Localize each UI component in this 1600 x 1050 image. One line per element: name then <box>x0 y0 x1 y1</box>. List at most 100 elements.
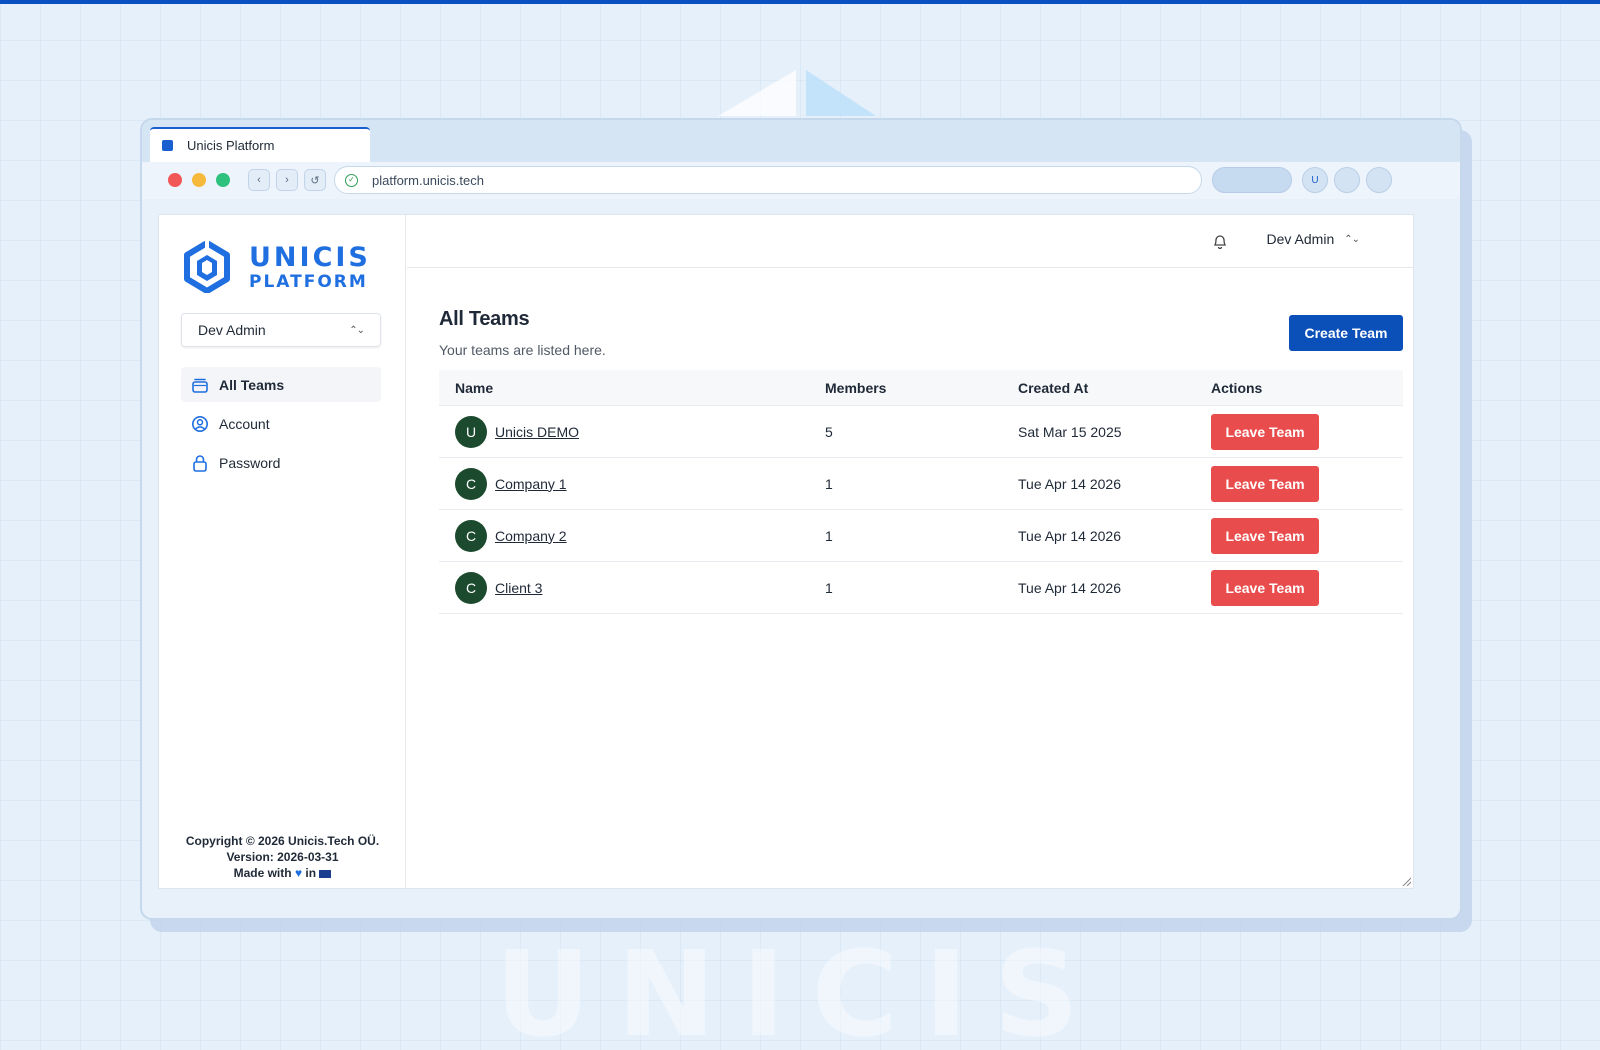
background-watermark: UNICIS <box>495 925 1105 1050</box>
eu-flag-icon <box>319 869 332 878</box>
reload-icon: ↺ <box>310 174 320 187</box>
team-link[interactable]: Unicis DEMO <box>495 424 579 440</box>
created-at: Tue Apr 14 2026 <box>1018 527 1122 544</box>
created-at: Tue Apr 14 2026 <box>1018 579 1122 596</box>
teams-table: Name Members Created At Actions U Unicis… <box>439 370 1403 614</box>
table-row: C Company 2 1 Tue Apr 14 2026 Leave Team <box>439 510 1403 562</box>
header-user-label: Dev Admin <box>1266 231 1335 247</box>
toolbar-circle-button[interactable] <box>1366 167 1392 193</box>
sidebar-item-account[interactable]: Account <box>181 406 381 441</box>
leave-team-button[interactable]: Leave Team <box>1211 465 1319 502</box>
tab-bar: Unicis Platform <box>142 120 1460 162</box>
page-subtitle: Your teams are listed here. <box>439 342 606 358</box>
toolbar-circle-button[interactable] <box>1334 167 1360 193</box>
brand-logo[interactable]: UNICIS PLATFORM <box>183 241 371 293</box>
table-row: C Company 1 1 Tue Apr 14 2026 Leave Team <box>439 458 1403 510</box>
column-header-actions: Actions <box>1211 379 1263 396</box>
table-row: U Unicis DEMO 5 Sat Mar 15 2025 Leave Te… <box>439 406 1403 458</box>
reload-button[interactable]: ↺ <box>304 169 326 191</box>
bell-icon[interactable] <box>1213 233 1227 250</box>
sidebar-item-label: Password <box>219 454 281 471</box>
user-select-label: Dev Admin <box>198 322 266 338</box>
top-header: Dev Admin ⌃⌄ <box>407 215 1413 268</box>
sidebar-item-label: All Teams <box>219 376 285 393</box>
avatar: C <box>455 467 487 500</box>
sidebar-nav: All Teams Account Password <box>181 367 381 484</box>
version-text: Version: 2026-03-31 <box>226 850 339 864</box>
chevron-up-down-icon: ⌃⌄ <box>1344 233 1360 245</box>
team-name-cell: U Unicis DEMO <box>439 415 825 448</box>
logo-wordmark: UNICIS PLATFORM <box>249 244 371 291</box>
toolbar-pill[interactable] <box>1212 167 1292 193</box>
made-with-text: Made with ♥ in <box>159 865 406 881</box>
created-at: Tue Apr 14 2026 <box>1018 475 1122 492</box>
leave-team-button[interactable]: Leave Team <box>1211 413 1319 450</box>
user-circle-icon <box>191 415 209 433</box>
page-viewport: UNICIS PLATFORM Dev Admin ⌃⌄ All Teams A… <box>158 214 1414 889</box>
avatar: C <box>455 571 487 604</box>
avatar: U <box>455 415 487 448</box>
sidebar-item-password[interactable]: Password <box>181 445 381 480</box>
teams-icon <box>191 376 209 394</box>
favicon-icon <box>162 140 173 151</box>
actions-cell: Leave Team <box>1211 517 1403 554</box>
column-header-created-at: Created At <box>1018 379 1089 396</box>
avatar: C <box>455 519 487 552</box>
profile-button[interactable]: U <box>1302 167 1328 193</box>
create-team-button[interactable]: Create Team <box>1289 315 1403 351</box>
browser-window: Unicis Platform ‹ › ↺ ✓ platform.unicis.… <box>140 118 1462 920</box>
table-header: Name Members Created At Actions <box>439 370 1403 406</box>
unicis-logo-icon <box>184 241 230 293</box>
logo-line1: UNICIS <box>249 241 371 273</box>
top-accent-strip <box>0 0 1600 4</box>
chevron-left-icon: ‹ <box>257 174 261 186</box>
team-link[interactable]: Company 1 <box>495 476 567 492</box>
chevron-right-icon: › <box>285 174 289 186</box>
team-link[interactable]: Client 3 <box>495 580 542 596</box>
actions-cell: Leave Team <box>1211 465 1403 502</box>
team-link[interactable]: Company 2 <box>495 528 567 544</box>
copyright-text: Copyright © 2026 Unicis.Tech OÜ. <box>185 834 380 848</box>
browser-toolbar: ‹ › ↺ ✓ platform.unicis.tech U <box>142 162 1460 199</box>
forward-button[interactable]: › <box>276 169 298 191</box>
address-bar[interactable]: ✓ platform.unicis.tech <box>334 166 1202 194</box>
leave-team-button[interactable]: Leave Team <box>1211 569 1319 606</box>
main-content: Dev Admin ⌃⌄ All Teams Your teams are li… <box>407 215 1413 888</box>
background-shape-left <box>718 70 796 116</box>
leave-team-button[interactable]: Leave Team <box>1211 517 1319 554</box>
browser-tab[interactable]: Unicis Platform <box>150 127 370 162</box>
team-name-cell: C Company 2 <box>439 519 825 552</box>
resize-handle-icon[interactable] <box>1401 876 1411 886</box>
sidebar: UNICIS PLATFORM Dev Admin ⌃⌄ All Teams A… <box>159 215 406 888</box>
back-button[interactable]: ‹ <box>248 169 270 191</box>
url-text: platform.unicis.tech <box>372 172 484 188</box>
members-count: 1 <box>825 527 833 544</box>
table-row: C Client 3 1 Tue Apr 14 2026 Leave Team <box>439 562 1403 614</box>
header-user-menu[interactable]: Dev Admin ⌃⌄ <box>1266 231 1360 247</box>
sidebar-item-all-teams[interactable]: All Teams <box>181 367 381 402</box>
minimize-window-icon[interactable] <box>192 173 206 187</box>
column-header-members: Members <box>825 379 887 396</box>
members-count: 1 <box>825 579 833 596</box>
background-shape-right <box>806 70 876 116</box>
members-count: 5 <box>825 423 833 440</box>
blue-heart-icon: ♥ <box>294 866 303 880</box>
sidebar-footer: Copyright © 2026 Unicis.Tech OÜ. Version… <box>159 833 406 881</box>
chevron-up-down-icon: ⌃⌄ <box>349 324 365 336</box>
tab-title: Unicis Platform <box>187 138 275 153</box>
team-name-cell: C Company 1 <box>439 467 825 500</box>
secure-check-icon: ✓ <box>345 173 358 187</box>
lock-icon <box>191 454 209 472</box>
created-at: Sat Mar 15 2025 <box>1018 423 1122 440</box>
page-title: All Teams <box>439 308 530 330</box>
members-count: 1 <box>825 475 833 492</box>
actions-cell: Leave Team <box>1211 413 1403 450</box>
close-window-icon[interactable] <box>168 173 182 187</box>
column-header-name: Name <box>455 379 494 396</box>
sidebar-item-label: Account <box>219 415 270 432</box>
made-with-mid: in <box>302 866 320 880</box>
logo-line2: PLATFORM <box>249 271 368 292</box>
actions-cell: Leave Team <box>1211 569 1403 606</box>
team-user-select[interactable]: Dev Admin ⌃⌄ <box>181 313 381 347</box>
maximize-window-icon[interactable] <box>216 173 230 187</box>
